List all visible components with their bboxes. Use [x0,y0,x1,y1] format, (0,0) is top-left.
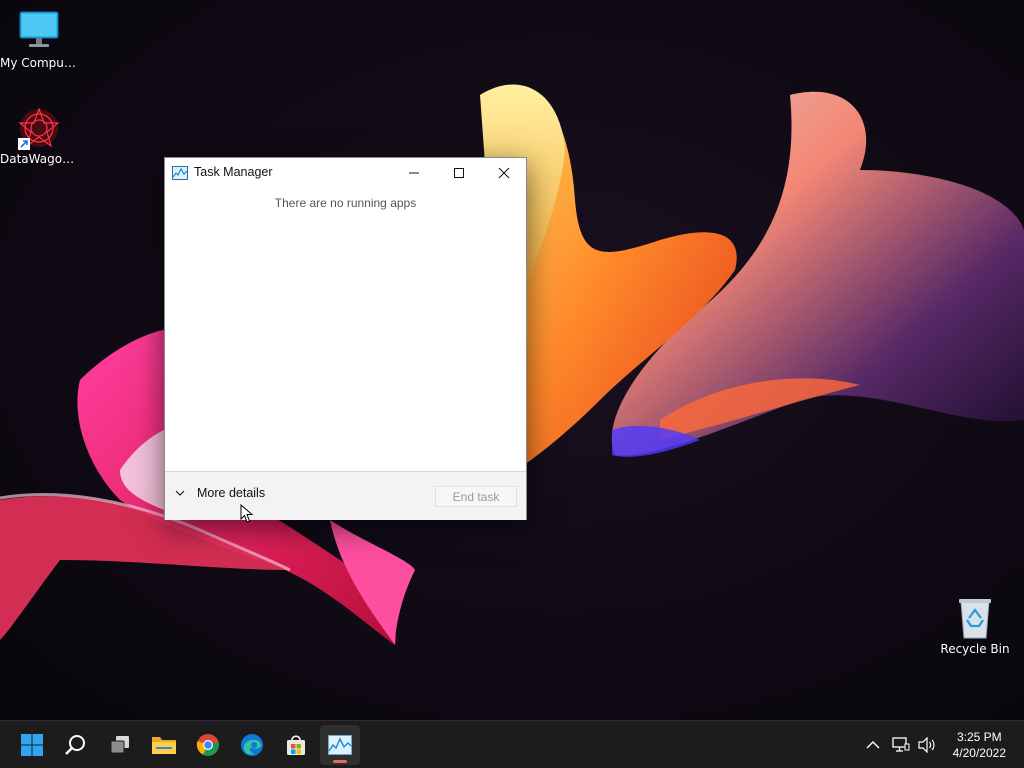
window-title: Task Manager [194,165,273,179]
task-manager-icon [172,165,188,180]
task-manager-icon [328,735,352,755]
taskbar-clock[interactable]: 3:25 PM 4/20/2022 [953,729,1006,761]
minimize-button[interactable] [391,158,437,188]
edge-icon [241,734,263,756]
title-bar[interactable]: Task Manager [165,158,526,188]
more-details-label: More details [197,486,266,500]
minimize-icon [409,172,419,174]
close-button[interactable] [481,158,527,188]
end-task-button[interactable]: End task [435,486,517,507]
task-view-icon [110,736,129,754]
search-button[interactable] [56,725,96,765]
task-view-button[interactable] [100,725,140,765]
maximize-button[interactable] [436,158,482,188]
network-icon [892,737,910,752]
close-icon [498,167,510,179]
chevron-up-icon [866,741,880,749]
task-manager-window: Task Manager There are no running apps M… [164,157,527,520]
search-icon [65,735,85,755]
more-details-button[interactable]: More details [175,486,265,500]
chrome-icon [196,734,219,756]
file-explorer-icon [152,737,176,754]
chrome-button[interactable] [188,725,228,765]
clock-date: 4/20/2022 [952,746,1006,760]
volume-button[interactable] [914,725,940,765]
start-icon [21,734,43,756]
store-button[interactable] [276,725,316,765]
desktop-icon-label: DataWagon... [0,152,78,166]
desktop-icon-label: My Computer [0,56,78,70]
desktop-icon-datawagon[interactable]: DataWagon... [0,106,78,166]
datawagon-app-icon [17,106,61,150]
no-apps-message: There are no running apps [274,196,417,210]
active-app-indicator [333,760,347,763]
network-button[interactable] [888,725,914,765]
volume-icon [918,737,935,753]
clock-time: 3:25 PM [956,730,1002,744]
desktop-icon-recycle-bin[interactable]: Recycle Bin [936,596,1014,656]
recycle-bin-icon [953,596,997,640]
mouse-cursor-icon [240,504,254,523]
show-hidden-icons-button[interactable] [858,725,888,765]
store-icon [287,735,305,755]
file-explorer-button[interactable] [144,725,184,765]
task-manager-taskbar-button[interactable] [320,725,360,765]
desktop-icon-my-computer[interactable]: My Computer [0,10,78,70]
window-footer: More details End task [165,471,526,520]
start-button[interactable] [12,725,52,765]
edge-button[interactable] [232,725,272,765]
monitor-icon [17,10,61,54]
chevron-down-icon [175,490,185,496]
desktop-icon-label: Recycle Bin [940,642,1010,656]
taskbar: 3:25 PM 4/20/2022 [0,720,1024,768]
maximize-icon [454,168,464,178]
